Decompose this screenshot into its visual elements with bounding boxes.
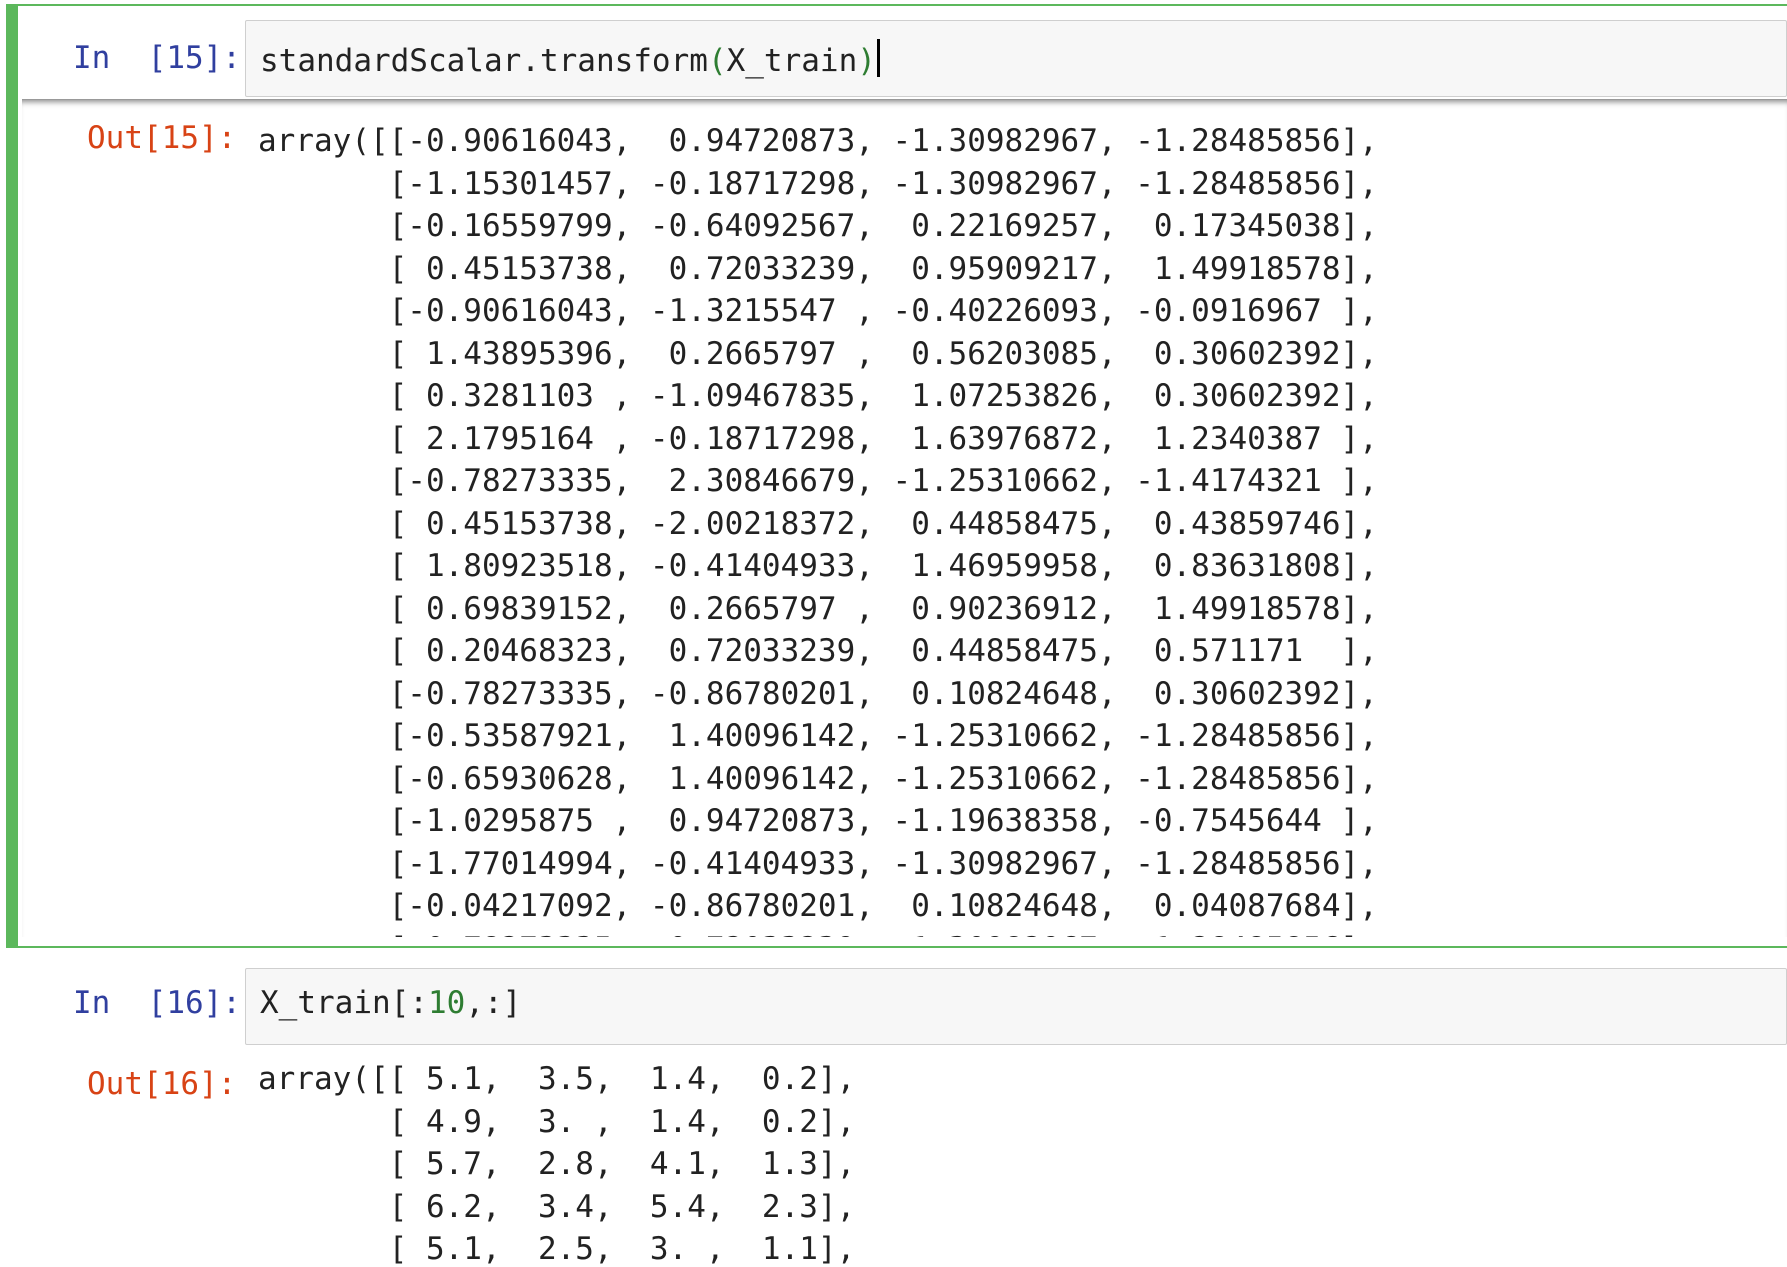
output-line: [-0.53587921, 1.40096142, -1.25310662, -… — [258, 718, 1378, 754]
code-number: 10 — [427, 985, 466, 1021]
output-line: [ 5.7, 2.8, 4.1, 1.3], — [258, 1146, 856, 1182]
code-text-end: ,:] — [465, 985, 522, 1021]
output-line: [ 5.1, 2.5, 3. , 1.1], — [258, 1231, 856, 1267]
cell-15-selection-bar — [6, 4, 18, 948]
cell-16-code[interactable]: X_train[:10,:] — [260, 985, 521, 1021]
output-line: [ 6.2, 3.4, 5.4, 2.3], — [258, 1188, 856, 1225]
output-line: [-0.78273335, 2.30846679, -1.25310662, -… — [258, 463, 1378, 499]
output-line: [-0.04217092, -0.86780201, 0.10824648, 0… — [258, 888, 1378, 924]
output-line: [-0.78273335, 0.72033239, -1.30982967, -… — [258, 928, 1378, 938]
output-line: [ 4.9, 3. , 1.4, 0.2], — [258, 1103, 856, 1140]
cell-16-input-area[interactable]: X_train[:10,:] — [245, 968, 1787, 1045]
output-line: [-0.90616043, -1.3215547 , -0.40226093, … — [258, 293, 1378, 329]
output-line: [ 0.20468323, 0.72033239, 0.44858475, 0.… — [258, 633, 1378, 669]
output-line: [ 1.43895396, 0.2665797 , 0.56203085, 0.… — [258, 335, 1378, 372]
output-line: [-0.16559799, -0.64092567, 0.22169257, 0… — [258, 208, 1378, 244]
output-line: [ 0.3281103 , -1.09467835, 1.07253826, 0… — [258, 378, 1378, 414]
text-cursor — [876, 39, 880, 77]
output-line: [-1.77014994, -0.41404933, -1.30982967, … — [258, 845, 1378, 882]
output-line: [ 0.45153738, 0.72033239, 0.95909217, 1.… — [258, 250, 1378, 287]
output-line: array([[ 5.1, 3.5, 1.4, 0.2], — [258, 1061, 856, 1097]
code-open-paren: ( — [707, 43, 727, 79]
output-line: [ 1.80923518, -0.41404933, 1.46959958, 0… — [258, 548, 1378, 584]
cell-16-output-text: array([[ 5.1, 3.5, 1.4, 0.2], [ 4.9, 3. … — [258, 1058, 855, 1267]
output-line: [-1.0295875 , 0.94720873, -1.19638358, -… — [258, 803, 1378, 839]
output-line: array([[-0.90616043, 0.94720873, -1.3098… — [258, 123, 1378, 159]
cell-15-output-text: array([[-0.90616043, 0.94720873, -1.3098… — [258, 120, 1378, 937]
cell-16-in-prompt: In [16]: — [73, 985, 241, 1021]
cell-15-output-scroll-area[interactable]: Out[15]: array([[-0.90616043, 0.94720873… — [22, 99, 1787, 937]
code-text: standardScalar.transform — [260, 43, 708, 79]
cell-15-in-prompt: In [15]: — [73, 40, 241, 76]
cell-16-out-prompt: Out[16]: — [87, 1066, 237, 1102]
output-line: [ 0.69839152, 0.2665797 , 0.90236912, 1.… — [258, 590, 1378, 627]
output-line: [-1.15301457, -0.18717298, -1.30982967, … — [258, 165, 1378, 202]
code-text: X_train[: — [260, 985, 428, 1021]
cell-15-code[interactable]: standardScalar.transform(X_train) — [260, 39, 880, 79]
output-line: [-0.65930628, 1.40096142, -1.25310662, -… — [258, 760, 1378, 797]
code-close-paren: ) — [857, 43, 876, 79]
cell-15-input-area[interactable]: standardScalar.transform(X_train) — [245, 20, 1787, 97]
output-line: [ 2.1795164 , -0.18717298, 1.63976872, 1… — [258, 420, 1378, 457]
cell-15-out-prompt: Out[15]: — [87, 120, 237, 156]
output-line: [ 0.45153738, -2.00218372, 0.44858475, 0… — [258, 505, 1378, 542]
code-arg: X_train — [726, 43, 858, 79]
output-line: [-0.78273335, -0.86780201, 0.10824648, 0… — [258, 675, 1378, 712]
